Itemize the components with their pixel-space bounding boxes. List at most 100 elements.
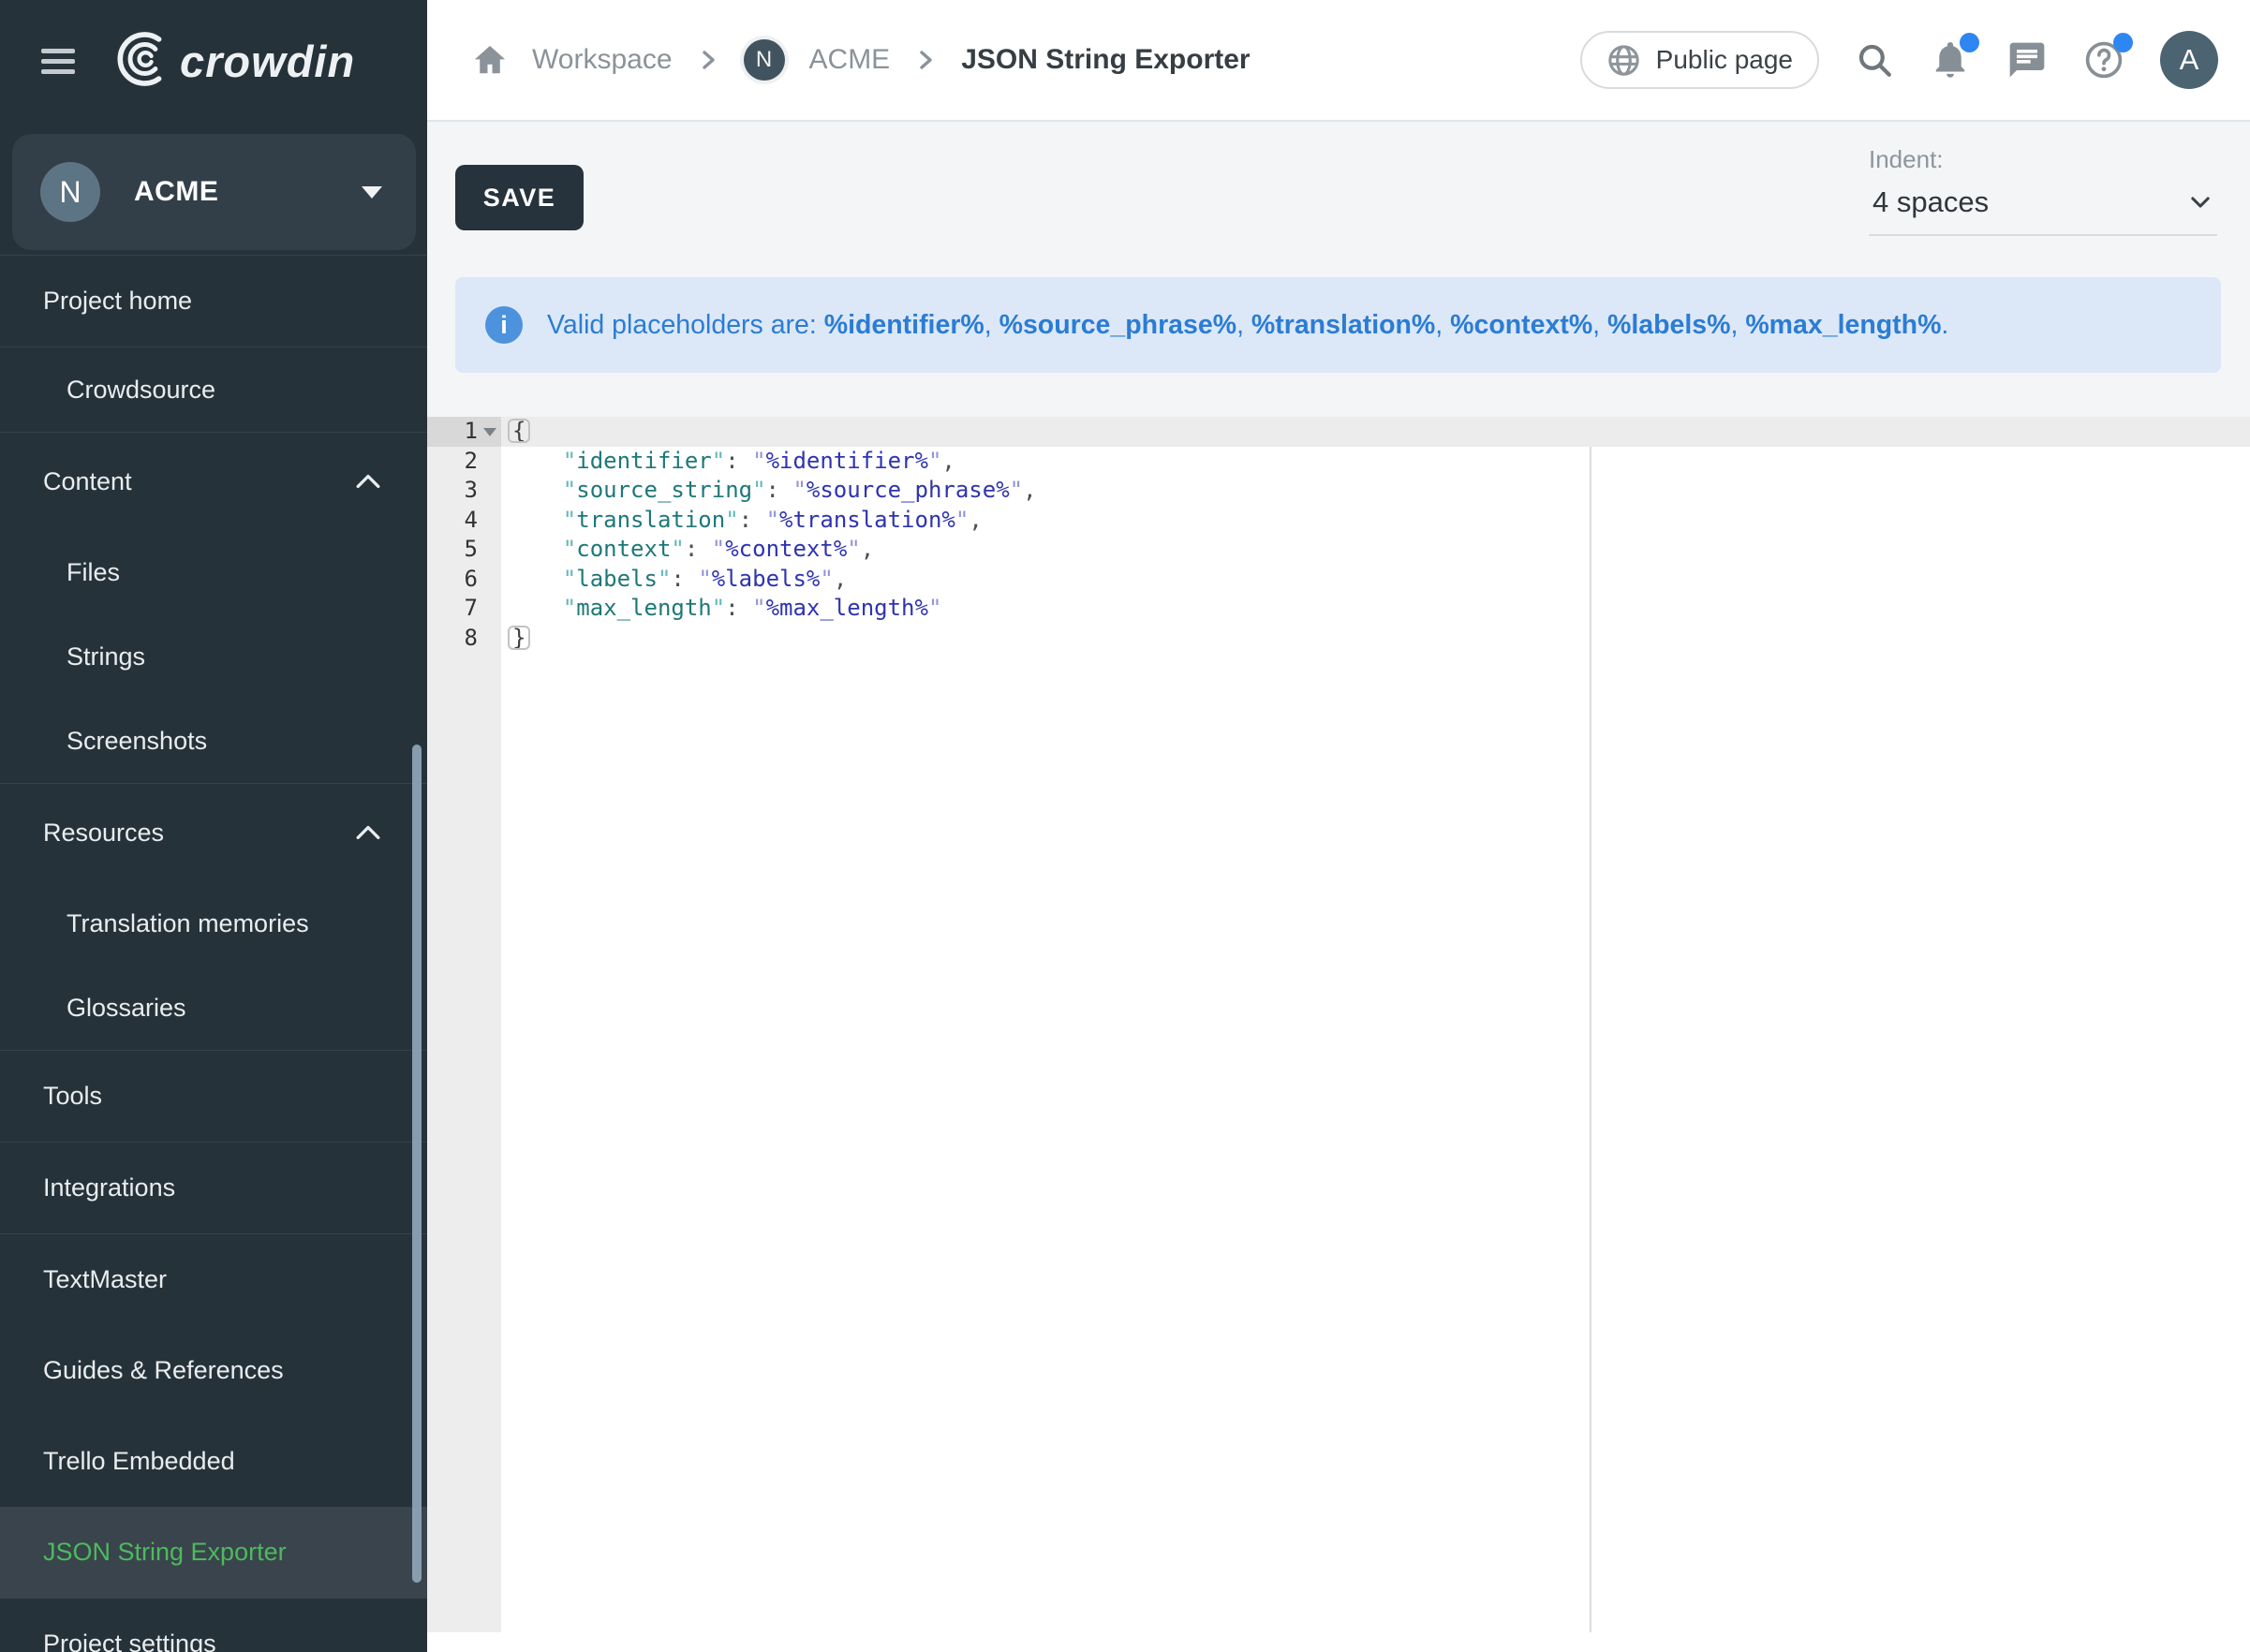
gutter-line-number: 4 [427,506,501,536]
code-token: : [725,448,752,474]
sidebar-scrollbar-thumb[interactable] [412,745,422,1583]
code-token [509,595,563,621]
sidebar-item-label: Project settings [43,1630,216,1652]
sidebar-item-label: Guides & References [43,1356,284,1385]
code-token: " [658,566,671,592]
code-line-8: } [501,624,2250,654]
crowdin-logo-text: crowdin [180,36,355,87]
breadcrumb-project[interactable]: ACME [809,44,891,76]
search-button[interactable] [1855,40,1894,80]
sidebar-item-resources[interactable]: Resources [0,784,427,881]
code-token: : [766,477,793,503]
indent-label: Indent: [1869,145,2217,174]
sidebar: crowdin N ACME Project homeCrowdsourceCo… [0,0,427,1652]
sidebar-item-translation-memories[interactable]: Translation memories [0,881,427,966]
gutter-line-number: 8 [427,624,501,654]
editor-bottom-gap [427,1632,2250,1652]
crowdin-logo-icon [112,30,170,93]
code-token: " [792,477,806,503]
code-token: , [1023,477,1036,503]
chevron-up-icon [356,825,380,840]
project-name: ACME [134,176,218,208]
code-token: " [847,536,860,562]
project-switcher[interactable]: N ACME [12,134,416,250]
code-line-4: "translation": "%translation%", [501,506,2250,536]
caret-down-icon [362,186,382,199]
code-token: " [1010,477,1023,503]
code-token: labels [576,566,658,592]
sidebar-item-strings[interactable]: Strings [0,614,427,699]
header-actions: Public page A [1580,31,2218,89]
code-token [509,566,563,592]
sidebar-item-files[interactable]: Files [0,530,427,614]
code-token: { [509,418,529,444]
sidebar-item-project-home[interactable]: Project home [0,256,427,347]
sidebar-item-tools[interactable]: Tools [0,1051,427,1142]
sidebar-item-json-string-exporter[interactable]: JSON String Exporter [0,1507,427,1598]
code-token: " [563,448,576,474]
gutter-line-number: 5 [427,535,501,565]
code-line-3: "source_string": "%source_phrase%", [501,476,2250,506]
sidebar-item-trello-embedded[interactable]: Trello Embedded [0,1416,427,1507]
sidebar-item-screenshots[interactable]: Screenshots [0,699,427,783]
code-token: %translation% [779,507,955,533]
code-line-5: "context": "%context%", [501,535,2250,565]
messages-button[interactable] [2006,39,2048,81]
code-token: source_string [576,477,752,503]
notifications-button[interactable] [1930,39,1971,81]
code-token: : [725,595,752,621]
sidebar-item-label: Resources [43,819,164,848]
sidebar-item-textmaster[interactable]: TextMaster [0,1234,427,1325]
help-button[interactable] [2083,39,2124,81]
user-avatar[interactable]: A [2160,31,2218,89]
crowdin-logo[interactable]: crowdin [112,30,355,93]
project-avatar: N [40,162,100,222]
code-token: " [928,448,941,474]
code-token: : [739,507,766,533]
code-token: translation [576,507,725,533]
code-token: %max_length% [766,595,928,621]
code-token: %context% [725,536,847,562]
sidebar-item-guides-references[interactable]: Guides & References [0,1325,427,1416]
chevron-up-icon [356,474,380,489]
code-token: : [685,536,712,562]
chevron-right-icon [914,49,937,71]
code-token: " [563,477,576,503]
menu-hamburger-icon[interactable] [41,49,75,74]
sidebar-item-project-settings[interactable]: Project settings [0,1599,427,1652]
json-editor-content[interactable]: { "identifier": "%identifier%", "source_… [501,417,2250,1632]
sidebar-nav: Project homeCrowdsourceContentFilesStrin… [0,255,427,1652]
gutter-line-number: 6 [427,565,501,595]
placeholder-token: %max_length% [1745,310,1941,340]
sidebar-item-content[interactable]: Content [0,433,427,530]
sidebar-item-label: Tools [43,1082,102,1111]
indent-select[interactable]: 4 spaces [1869,185,2217,236]
code-token: " [820,566,833,592]
fold-caret-icon[interactable] [483,428,496,436]
sidebar-item-label: JSON String Exporter [43,1538,287,1567]
code-token: " [563,566,576,592]
sidebar-item-glossaries[interactable]: Glossaries [0,966,427,1050]
breadcrumb: Workspace N ACME JSON String Exporter [472,39,1251,81]
gutter-line-number: 7 [427,594,501,624]
code-token: max_length [576,595,712,621]
public-page-button[interactable]: Public page [1580,31,1819,89]
sidebar-item-label: Screenshots [67,727,207,756]
save-button[interactable]: SAVE [455,165,584,230]
code-token: " [712,536,725,562]
code-line-2: "identifier": "%identifier%", [501,447,2250,477]
json-editor: 12345678 { "identifier": "%identifier%",… [427,417,2250,1632]
top-header: Workspace N ACME JSON String Exporter Pu… [427,0,2250,122]
code-token: " [712,595,725,621]
chevron-right-icon [697,49,719,71]
breadcrumb-workspace[interactable]: Workspace [532,44,673,76]
globe-icon [1606,43,1641,78]
editor-gutter: 12345678 [427,417,501,1632]
sidebar-top-bar: crowdin [0,0,427,122]
sidebar-item-label: Trello Embedded [43,1447,235,1476]
sidebar-item-integrations[interactable]: Integrations [0,1143,427,1233]
placeholder-token: %labels% [1607,310,1730,340]
placeholder-token: %source_phrase% [999,310,1236,340]
home-icon[interactable] [472,42,508,78]
sidebar-item-crowdsource[interactable]: Crowdsource [0,347,427,432]
